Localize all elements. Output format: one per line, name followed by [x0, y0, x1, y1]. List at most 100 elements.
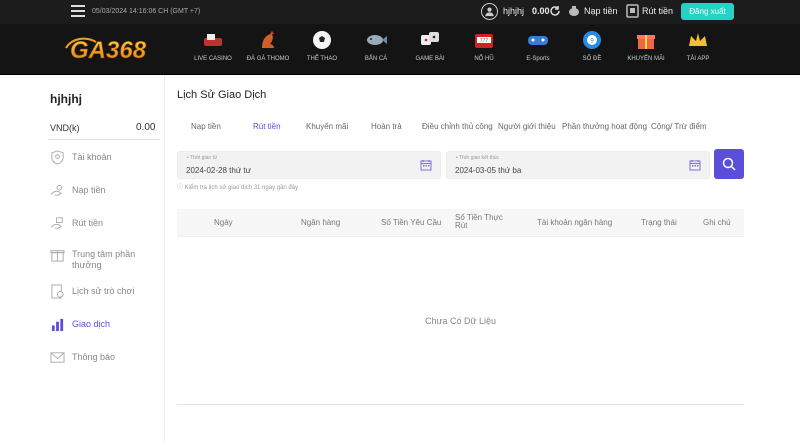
nav-item-3[interactable]: BẮN CÁ — [351, 28, 401, 72]
sidebar-item-label: Lịch sử trò chơi — [72, 286, 135, 296]
deposit-top-label: Nạp tiền — [584, 6, 618, 16]
transaction-chart-icon — [51, 318, 64, 332]
svg-text:777: 777 — [480, 38, 489, 44]
hint-text: ⓘ Kiểm tra lịch sử giao dịch 31 ngày gần… — [177, 185, 299, 191]
tab-withdraw[interactable]: Rút tiền — [253, 122, 281, 131]
nav-item-label: ĐÁ GÀ THOMO — [246, 56, 290, 62]
sidebar-username: hjhjhj — [50, 92, 82, 106]
col-actual-amount: Số Tiền Thực Rút — [455, 213, 503, 230]
datetime: 05/03/2024 14:16:06 CH (GMT +7) — [92, 8, 201, 15]
crown-icon — [689, 33, 707, 46]
tab-deposit[interactable]: Nạp tiền — [191, 122, 221, 131]
nav-item-label: NỔ HŨ — [474, 56, 494, 62]
search-icon — [722, 157, 736, 171]
page-title: Lịch Sử Giao Dịch — [177, 89, 267, 101]
start-date-label: • Thời gian từ — [187, 155, 218, 161]
nav-item-label: SỐ ĐỀ — [582, 56, 602, 62]
dice-icon — [421, 32, 439, 45]
col-date: Ngày — [214, 218, 233, 227]
piggy-bank-icon — [569, 6, 579, 16]
refresh-icon[interactable] — [549, 5, 561, 17]
sidebar-divider — [48, 139, 160, 140]
sidebar-item-account[interactable]: Tài khoản — [50, 150, 112, 165]
tab-rebate[interactable]: Hoàn trả — [371, 122, 402, 131]
end-date-field[interactable]: • Thời gian kết thúc 2024-03-05 thứ ba — [446, 151, 710, 179]
slot-machine-icon: 777 — [475, 34, 493, 48]
withdraw-top-button[interactable]: Rút tiền — [626, 4, 673, 18]
end-date-value: 2024-03-05 thứ ba — [455, 166, 522, 175]
gamepad-icon — [528, 36, 548, 45]
menu-icon[interactable] — [71, 5, 85, 17]
col-bank: Ngân hàng — [301, 218, 341, 227]
table-header: Ngày Ngân hàng Số Tiền Yêu Cầu Số Tiền T… — [177, 209, 744, 237]
nav-item-9[interactable]: TẢI APP — [673, 28, 723, 72]
soccer-ball-icon — [313, 31, 331, 49]
sidebar-item-label: Rút tiền — [72, 218, 104, 228]
end-date-label: • Thời gian kết thúc — [456, 155, 500, 161]
wallet-icon — [626, 4, 639, 18]
sidebar-item-label: Thông báo — [72, 352, 116, 362]
gift-icon — [637, 35, 655, 49]
fish-icon — [367, 35, 387, 45]
tab-manual-adjust[interactable]: Điều chỉnh thủ công — [422, 122, 493, 131]
search-button[interactable] — [714, 149, 744, 179]
mail-icon — [50, 352, 65, 363]
withdraw-top-label: Rút tiền — [642, 6, 674, 16]
tab-points[interactable]: Cộng/ Trừ điểm — [651, 122, 707, 131]
nav-item-label: LIVE CASINO — [194, 56, 232, 62]
empty-state: Chưa Có Dữ Liệu — [424, 316, 497, 326]
nav-item-8[interactable]: KHUYẾN MÃI — [621, 28, 671, 72]
col-bank-account: Tài khoản ngân hàng — [537, 218, 613, 227]
nav-item-4[interactable]: GAME BÀI — [405, 28, 455, 72]
sidebar-item-transactions[interactable]: Giao dịch — [50, 317, 110, 332]
sidebar: hjhjhj VND(k) 0.00 Tài khoản Nạp tiền Rú… — [0, 75, 165, 443]
table-bottom-divider — [177, 404, 744, 405]
calendar-icon[interactable] — [420, 159, 432, 171]
col-note: Ghi chú — [703, 218, 731, 227]
lottery-ball-icon: 9 — [583, 31, 601, 49]
sidebar-item-rewards[interactable]: Trung tâm phần thưởng — [50, 247, 152, 271]
start-date-field[interactable]: • Thời gian từ 2024-02-28 thứ tư — [177, 151, 441, 179]
sidebar-item-label: Tài khoản — [72, 152, 112, 162]
deposit-hand-icon — [50, 184, 63, 196]
reward-gift-icon — [50, 250, 65, 262]
sidebar-balance: 0.00 — [136, 122, 156, 133]
sidebar-item-deposit[interactable]: Nạp tiền — [50, 183, 106, 198]
sidebar-item-game-history[interactable]: Lịch sử trò chơi — [50, 284, 134, 299]
nav-item-2[interactable]: THỂ THAO — [297, 28, 347, 72]
logout-button[interactable]: Đăng xuất — [681, 3, 734, 20]
nav-item-7[interactable]: 9 SỐ ĐỀ — [567, 28, 617, 72]
sidebar-item-notifications[interactable]: Thông báo — [50, 350, 115, 365]
nav-item-label: GAME BÀI — [415, 56, 445, 62]
user-icon[interactable] — [481, 3, 498, 20]
start-date-value: 2024-02-28 thứ tư — [186, 166, 251, 175]
tab-promotion[interactable]: Khuyến mãi — [306, 122, 348, 131]
nav-item-label: THỂ THAO — [306, 56, 338, 62]
col-status: Trạng thái — [641, 218, 677, 227]
col-requested-amount: Số Tiền Yêu Cầu — [381, 218, 442, 227]
nav-item-1[interactable]: ĐÁ GÀ THOMO — [243, 28, 293, 72]
withdraw-hand-icon — [50, 217, 63, 229]
nav-item-6[interactable]: E-Sports — [513, 28, 563, 72]
tab-activity-reward[interactable]: Phần thưởng hoạt động — [562, 122, 647, 131]
nav-item-label: E-Sports — [526, 56, 550, 62]
nav-item-0[interactable]: LIVE CASINO — [188, 28, 238, 72]
calendar-icon[interactable] — [689, 159, 701, 171]
sidebar-item-label: Giao dịch — [72, 319, 111, 329]
nav-item-5[interactable]: 777 NỔ HŨ — [459, 28, 509, 72]
logo-text: GA368 — [70, 37, 147, 64]
sidebar-item-label: Nạp tiền — [72, 185, 106, 195]
sidebar-item-withdraw[interactable]: Rút tiền — [50, 216, 103, 231]
user-shield-icon — [51, 150, 64, 165]
rooster-icon — [262, 31, 274, 48]
top-username[interactable]: hjhjhj — [503, 6, 524, 16]
deposit-top-button[interactable]: Nạp tiền — [567, 4, 618, 18]
sidebar-currency: VND(k) — [50, 123, 80, 133]
tab-referral[interactable]: Người giới thiệu — [498, 122, 556, 131]
top-balance: 0.00 — [532, 6, 550, 16]
top-bar: 05/03/2024 14:16:06 CH (GMT +7) hjhjhj 0… — [0, 0, 800, 24]
history-icon — [51, 284, 64, 299]
nav-item-label: BẮN CÁ — [364, 56, 388, 62]
ga368-logo[interactable]: GA368 — [62, 34, 178, 64]
nav-item-label: KHUYẾN MÃI — [627, 56, 665, 62]
